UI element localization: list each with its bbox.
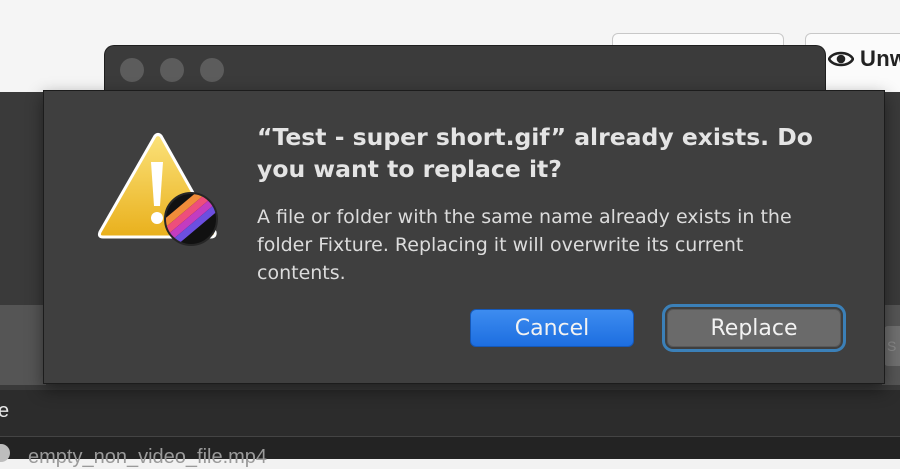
watch-button-label: Unw xyxy=(860,46,900,71)
background-panel xyxy=(0,305,46,385)
background-row-label: e xyxy=(0,400,10,422)
close-window-button[interactable] xyxy=(120,58,144,82)
dialog-title: “Test - super short.gif” already exists.… xyxy=(257,123,813,183)
eye-icon xyxy=(828,51,854,67)
warning-icon xyxy=(97,133,218,246)
minimize-window-button[interactable] xyxy=(160,58,184,82)
replace-file-dialog: “Test - super short.gif” already exists.… xyxy=(43,90,885,384)
background-row xyxy=(0,390,900,436)
dialog-message: A file or folder with the same name alre… xyxy=(257,206,792,284)
background-side-button[interactable]: S xyxy=(884,326,900,366)
watch-button-content: Unw xyxy=(828,44,900,74)
zoom-window-button[interactable] xyxy=(200,58,224,82)
cancel-button[interactable]: Cancel xyxy=(470,309,634,347)
replace-button[interactable]: Replace xyxy=(662,304,846,352)
